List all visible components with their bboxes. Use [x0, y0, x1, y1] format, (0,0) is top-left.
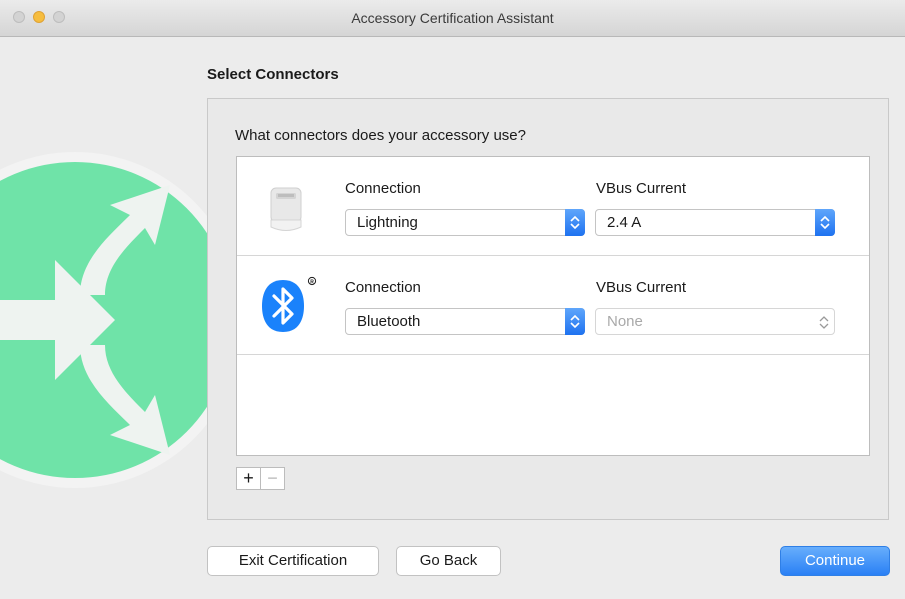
page-title: Select Connectors: [207, 66, 339, 83]
add-connector-button[interactable]: +: [236, 467, 261, 490]
connection-select[interactable]: Bluetooth: [345, 308, 585, 335]
window-title: Accessory Certification Assistant: [351, 10, 554, 26]
continue-button[interactable]: Continue: [780, 546, 890, 576]
assistant-window: Accessory Certification Assistant Select…: [0, 0, 905, 599]
remove-connector-button[interactable]: −: [260, 467, 285, 490]
exit-certification-button[interactable]: Exit Certification: [207, 546, 379, 576]
vbus-current-label: VBus Current: [596, 180, 687, 197]
vbus-current-select[interactable]: 2.4 A: [595, 209, 835, 236]
svg-text:R: R: [310, 279, 314, 285]
list-add-remove-control: + −: [236, 467, 292, 490]
vbus-current-label: VBus Current: [596, 279, 687, 296]
connection-label: Connection: [345, 180, 421, 197]
chevron-updown-icon: [814, 309, 834, 334]
connection-select-value: Bluetooth: [357, 313, 421, 330]
connectors-list: Connection VBus Current Lightning 2.4 A: [236, 156, 870, 456]
connector-row-lightning[interactable]: Connection VBus Current Lightning 2.4 A: [237, 157, 869, 256]
vbus-current-select-value: 2.4 A: [607, 214, 642, 231]
vbus-current-select-value: None: [607, 313, 643, 330]
connection-select-value: Lightning: [357, 214, 418, 231]
chevron-updown-icon: [565, 308, 585, 335]
connectors-question: What connectors does your accessory use?: [235, 127, 526, 144]
connection-select[interactable]: Lightning: [345, 209, 585, 236]
bluetooth-icon: R: [260, 272, 320, 338]
connector-row-bluetooth[interactable]: R Connection VBus Current Bluetooth None: [237, 256, 869, 355]
title-bar: Accessory Certification Assistant: [0, 0, 905, 37]
chevron-updown-icon: [565, 209, 585, 236]
go-back-button[interactable]: Go Back: [396, 546, 501, 576]
vbus-current-select: None: [595, 308, 835, 335]
lightning-connector-icon: [267, 187, 307, 237]
connection-label: Connection: [345, 279, 421, 296]
chevron-updown-icon: [815, 209, 835, 236]
